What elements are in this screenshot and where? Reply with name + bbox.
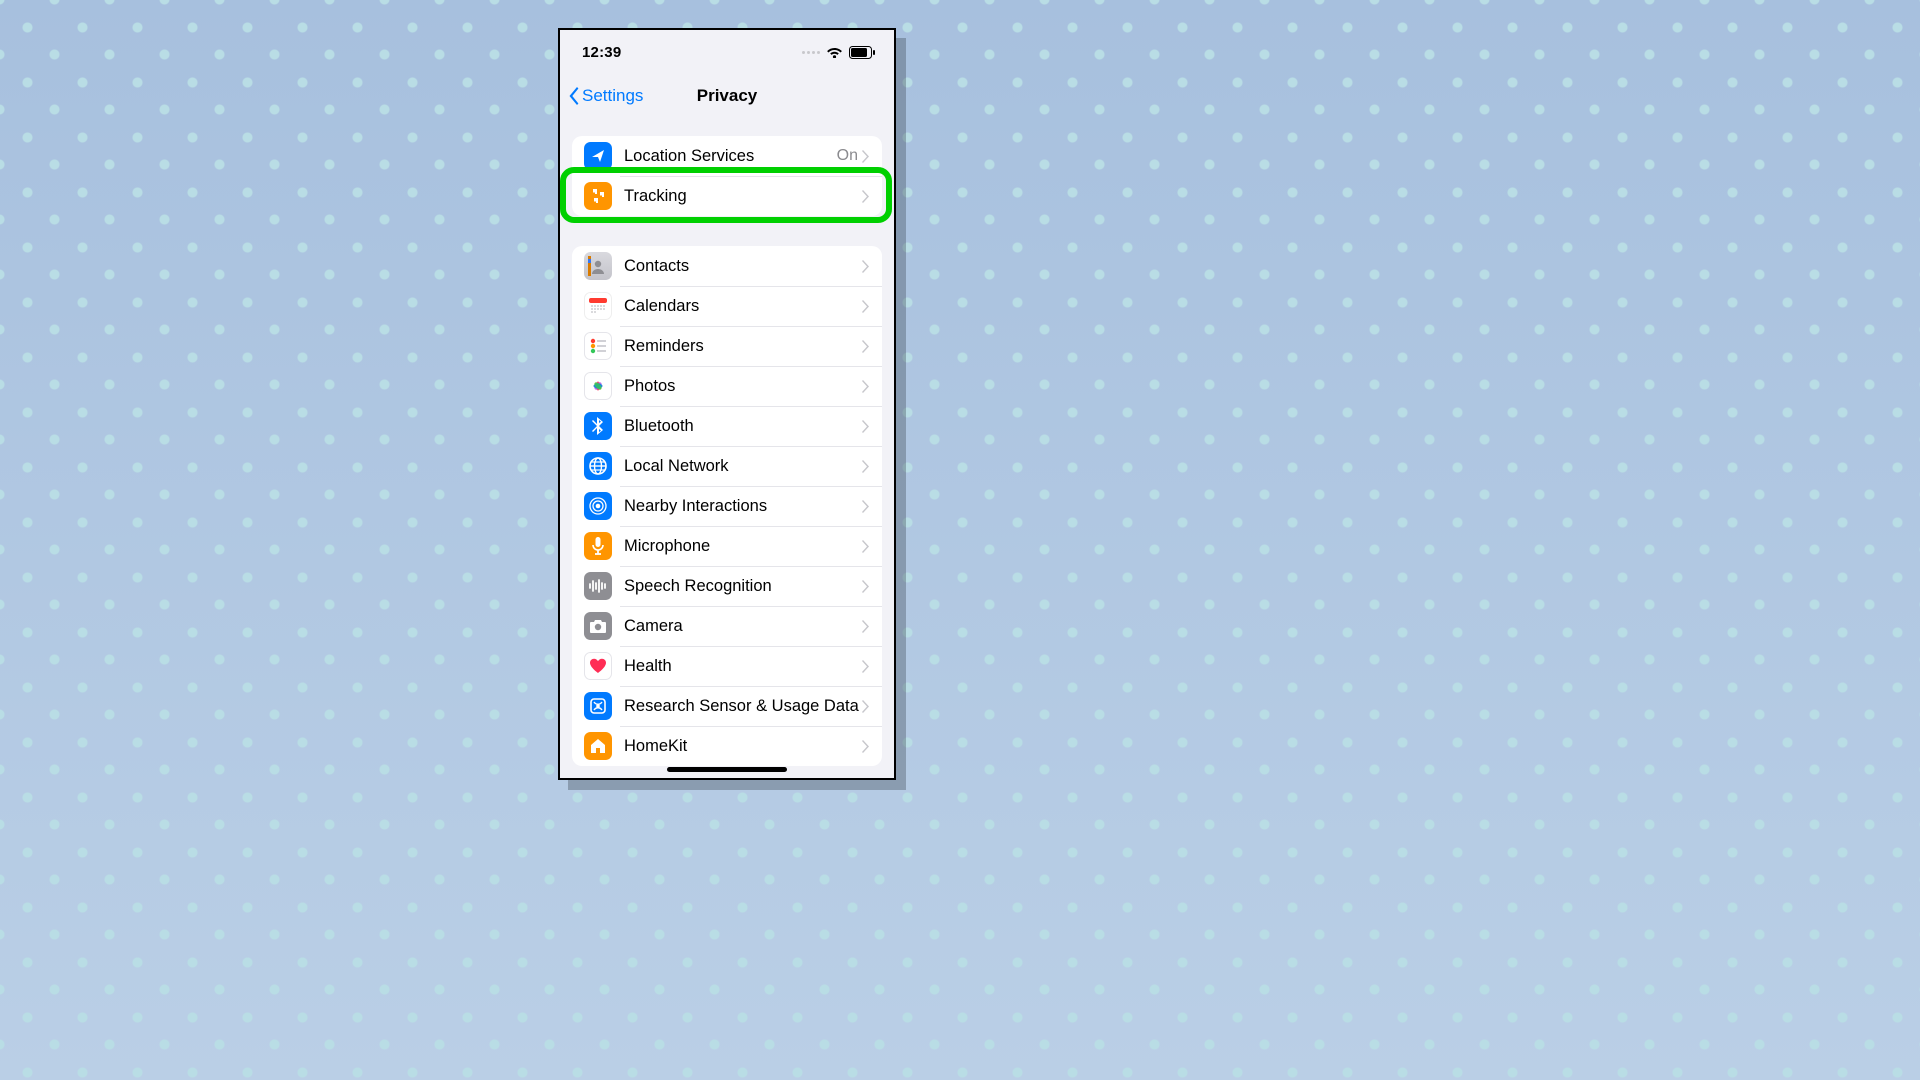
- settings-content: Location Services On Tracking: [560, 118, 894, 766]
- row-label: Research Sensor & Usage Data: [624, 697, 862, 716]
- chevron-right-icon: [862, 260, 870, 273]
- status-bar: 12:39: [560, 30, 894, 74]
- chevron-right-icon: [862, 700, 870, 713]
- camera-icon: [584, 612, 612, 640]
- row-calendars[interactable]: Calendars: [572, 286, 882, 326]
- row-label: Calendars: [624, 297, 862, 316]
- row-location-services[interactable]: Location Services On: [572, 136, 882, 176]
- row-label: Bluetooth: [624, 417, 862, 436]
- chevron-right-icon: [862, 660, 870, 673]
- chevron-right-icon: [862, 460, 870, 473]
- phone-frame: 12:39 Settings Privacy: [558, 28, 896, 780]
- back-label: Settings: [582, 86, 643, 106]
- row-label: Contacts: [624, 257, 862, 276]
- reminders-icon: [584, 332, 612, 360]
- chevron-left-icon: [566, 86, 580, 106]
- waveform-icon: [584, 572, 612, 600]
- group-privacy-apps: Contacts Calendars Reminders: [572, 246, 882, 766]
- row-label: Camera: [624, 617, 862, 636]
- home-indicator[interactable]: [667, 767, 787, 772]
- globe-icon: [584, 452, 612, 480]
- row-homekit[interactable]: HomeKit: [572, 726, 882, 766]
- row-label: Local Network: [624, 457, 862, 476]
- wallpaper: 12:39 Settings Privacy: [0, 0, 1920, 1080]
- research-icon: [584, 692, 612, 720]
- row-label: Location Services: [624, 147, 837, 166]
- chevron-right-icon: [862, 500, 870, 513]
- row-label: Tracking: [624, 187, 862, 206]
- row-nearby-interactions[interactable]: Nearby Interactions: [572, 486, 882, 526]
- status-icons: [802, 46, 876, 59]
- chevron-right-icon: [862, 300, 870, 313]
- nav-bar: Settings Privacy: [560, 74, 894, 118]
- photos-icon: [584, 372, 612, 400]
- chevron-right-icon: [862, 540, 870, 553]
- nearby-icon: [584, 492, 612, 520]
- chevron-right-icon: [862, 580, 870, 593]
- chevron-right-icon: [862, 380, 870, 393]
- chevron-right-icon: [862, 340, 870, 353]
- chevron-right-icon: [862, 190, 870, 203]
- row-reminders[interactable]: Reminders: [572, 326, 882, 366]
- status-time: 12:39: [582, 44, 621, 61]
- calendar-icon: [584, 292, 612, 320]
- row-local-network[interactable]: Local Network: [572, 446, 882, 486]
- row-value: On: [837, 147, 858, 165]
- home-icon: [584, 732, 612, 760]
- location-arrow-icon: [584, 142, 612, 170]
- chevron-right-icon: [862, 150, 870, 163]
- row-tracking[interactable]: Tracking: [572, 176, 882, 216]
- row-microphone[interactable]: Microphone: [572, 526, 882, 566]
- contacts-icon: [584, 252, 612, 280]
- bluetooth-icon: [584, 412, 612, 440]
- chevron-right-icon: [862, 420, 870, 433]
- wifi-icon: [826, 46, 843, 58]
- heart-icon: [584, 652, 612, 680]
- row-label: Nearby Interactions: [624, 497, 862, 516]
- row-label: Photos: [624, 377, 862, 396]
- chevron-right-icon: [862, 620, 870, 633]
- row-camera[interactable]: Camera: [572, 606, 882, 646]
- cellular-dots-icon: [802, 51, 820, 54]
- battery-icon: [849, 46, 876, 59]
- row-research-sensor[interactable]: Research Sensor & Usage Data: [572, 686, 882, 726]
- row-bluetooth[interactable]: Bluetooth: [572, 406, 882, 446]
- tracking-icon: [584, 182, 612, 210]
- group-location-tracking: Location Services On Tracking: [572, 136, 882, 216]
- row-label: Microphone: [624, 537, 862, 556]
- row-photos[interactable]: Photos: [572, 366, 882, 406]
- row-contacts[interactable]: Contacts: [572, 246, 882, 286]
- row-speech-recognition[interactable]: Speech Recognition: [572, 566, 882, 606]
- row-label: HomeKit: [624, 737, 862, 756]
- chevron-right-icon: [862, 740, 870, 753]
- row-label: Health: [624, 657, 862, 676]
- row-health[interactable]: Health: [572, 646, 882, 686]
- microphone-icon: [584, 532, 612, 560]
- row-label: Speech Recognition: [624, 577, 862, 596]
- row-label: Reminders: [624, 337, 862, 356]
- back-button[interactable]: Settings: [566, 74, 643, 118]
